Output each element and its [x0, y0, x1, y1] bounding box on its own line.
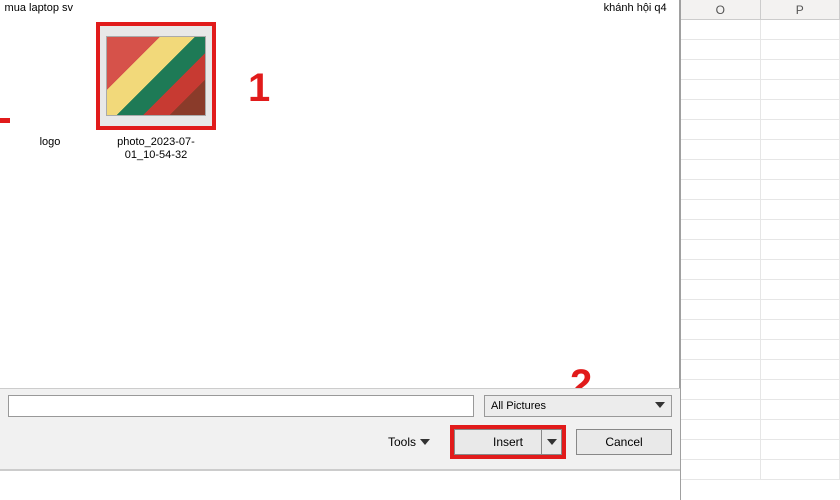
cell[interactable] [681, 40, 761, 60]
cell[interactable] [761, 220, 840, 240]
cell[interactable] [761, 160, 840, 180]
cell[interactable] [681, 200, 761, 220]
cell[interactable] [681, 140, 761, 160]
annotation-number-1: 1 [248, 66, 270, 111]
cell[interactable] [761, 360, 840, 380]
cell[interactable] [761, 340, 840, 360]
annotation-highlight-insert: Insert [450, 425, 566, 459]
insert-dropdown[interactable] [541, 430, 561, 454]
cell[interactable] [681, 460, 761, 480]
insert-button[interactable]: Insert [454, 429, 562, 455]
cell[interactable] [681, 220, 761, 240]
cell[interactable] [761, 40, 840, 60]
insert-button-label: Insert [493, 435, 523, 449]
cell[interactable] [681, 400, 761, 420]
cell[interactable] [681, 120, 761, 140]
file-type-filter[interactable]: All Pictures [484, 395, 672, 417]
cell[interactable] [681, 320, 761, 340]
spreadsheet-grid: O P [680, 0, 840, 500]
cell[interactable] [681, 240, 761, 260]
cell[interactable] [761, 60, 840, 80]
cell[interactable] [761, 80, 840, 100]
cell[interactable] [681, 440, 761, 460]
insert-picture-dialog: mua laptop sv khánh hội q4 logo photo_20… [0, 0, 680, 500]
col-header-P[interactable]: P [761, 0, 840, 19]
file-name-input[interactable] [8, 395, 474, 417]
annotation-mark [0, 118, 10, 123]
chevron-down-icon [420, 437, 430, 447]
cell[interactable] [761, 400, 840, 420]
chevron-down-icon [655, 400, 665, 410]
file-name-label: photo_2023-07-01_10-54-32 [101, 136, 211, 162]
cell[interactable] [681, 20, 761, 40]
file-type-selected: All Pictures [491, 400, 546, 412]
spreadsheet-column-headers: O P [681, 0, 840, 20]
cancel-button[interactable]: Cancel [576, 429, 672, 455]
cell[interactable] [681, 80, 761, 100]
file-label[interactable]: mua laptop sv [0, 2, 80, 15]
cell[interactable] [681, 300, 761, 320]
file-row-labels: mua laptop sv khánh hội q4 [4, 2, 676, 15]
cell[interactable] [761, 140, 840, 160]
file-thumbnail-area[interactable]: mua laptop sv khánh hội q4 logo photo_20… [0, 0, 680, 360]
cell[interactable] [761, 420, 840, 440]
cancel-button-label: Cancel [605, 435, 642, 449]
tools-label: Tools [388, 435, 416, 449]
cell[interactable] [681, 180, 761, 200]
cell[interactable] [761, 200, 840, 220]
cell[interactable] [681, 420, 761, 440]
cell[interactable] [761, 120, 840, 140]
cell[interactable] [761, 240, 840, 260]
photo-thumbnail-icon [106, 36, 206, 116]
cell[interactable] [681, 60, 761, 80]
cell[interactable] [681, 100, 761, 120]
cell[interactable] [761, 320, 840, 340]
cell[interactable] [681, 280, 761, 300]
cell[interactable] [761, 440, 840, 460]
file-label[interactable] [160, 2, 242, 15]
file-label[interactable] [321, 2, 403, 15]
chevron-down-icon [547, 437, 557, 447]
cell[interactable] [761, 260, 840, 280]
cell[interactable] [761, 380, 840, 400]
cell[interactable] [761, 20, 840, 40]
file-thumbnail-frame [96, 22, 216, 130]
cell[interactable] [681, 340, 761, 360]
file-item-logo[interactable]: logo [20, 136, 80, 148]
file-label[interactable] [483, 2, 565, 15]
cell[interactable] [761, 100, 840, 120]
cell[interactable] [681, 260, 761, 280]
spreadsheet-cells [681, 20, 840, 480]
cell[interactable] [761, 180, 840, 200]
cell[interactable] [681, 360, 761, 380]
tools-menu[interactable]: Tools [388, 435, 430, 449]
cell[interactable] [761, 280, 840, 300]
file-item-selected[interactable]: photo_2023-07-01_10-54-32 [92, 22, 220, 162]
col-header-O[interactable]: O [681, 0, 761, 19]
cell[interactable] [761, 300, 840, 320]
cell[interactable] [681, 380, 761, 400]
cell[interactable] [681, 160, 761, 180]
file-label[interactable]: khánh hội q4 [594, 2, 676, 15]
cell[interactable] [761, 460, 840, 480]
dialog-edge [0, 470, 680, 500]
dialog-controls: All Pictures Tools Insert Cancel [0, 388, 680, 470]
